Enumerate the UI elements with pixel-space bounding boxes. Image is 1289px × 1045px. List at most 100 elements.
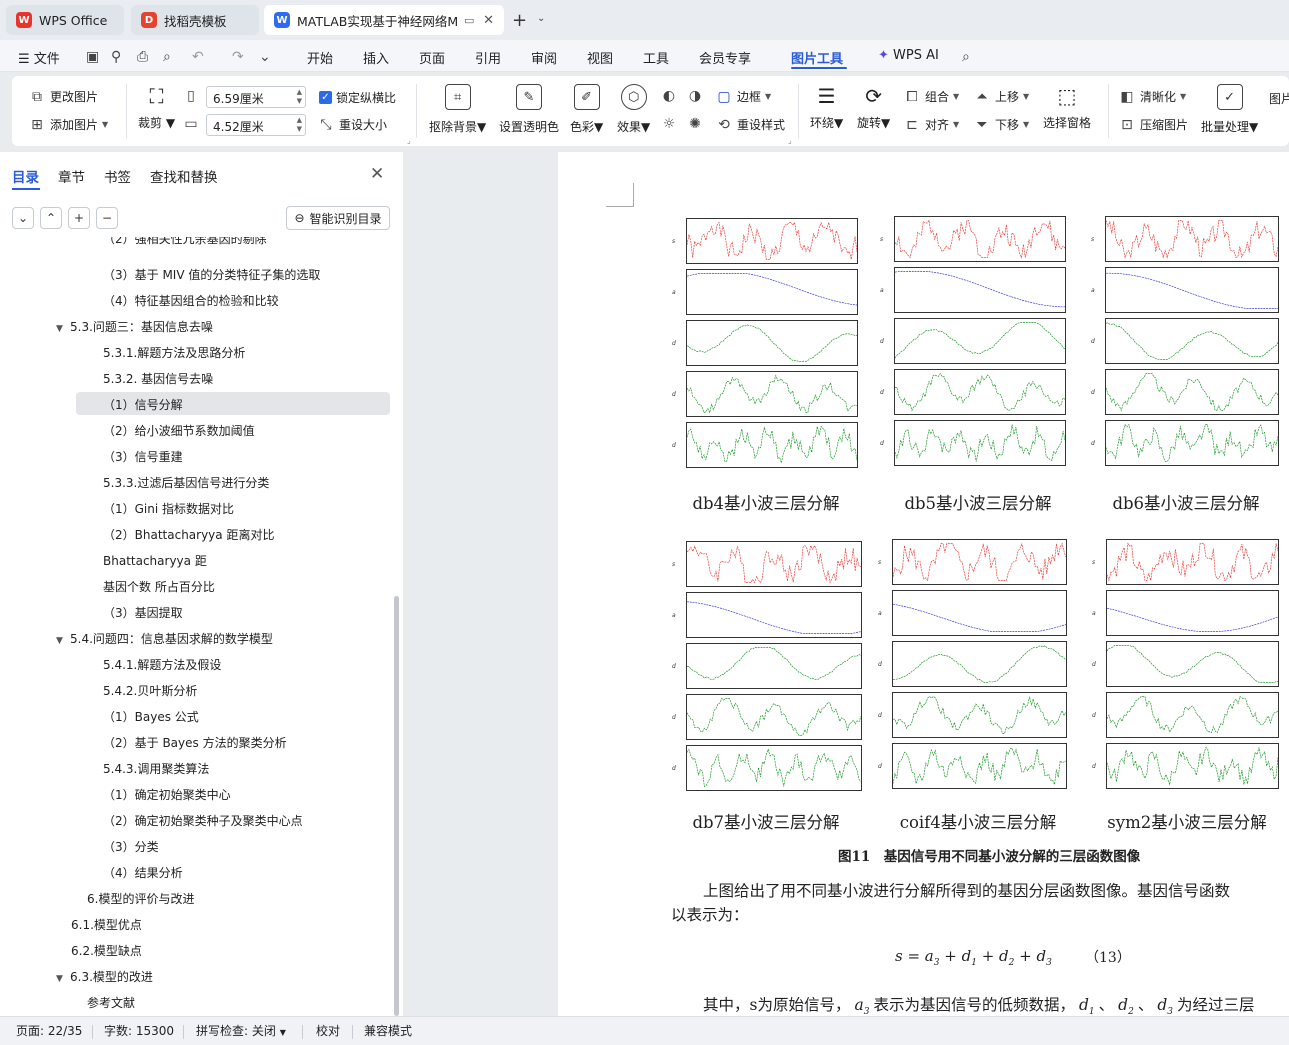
toc-item[interactable]: 6.1.模型优点 (71, 914, 142, 936)
sharpen-button[interactable]: ◧ 清晰化 ▼ (1118, 88, 1186, 105)
chevron-down-icon[interactable]: ⌄ (537, 13, 545, 24)
menu-tools[interactable]: 工具 (643, 48, 669, 67)
toc-item[interactable]: （3）基于 MIV 值的分类特征子集的选取 (103, 264, 320, 286)
selection-pane-button[interactable]: ⬚ 选择窗格 (1043, 84, 1091, 131)
toc-item[interactable]: 5.3.1.解题方法及思路分析 (103, 342, 245, 364)
decomposition-figure[interactable]: s a d d d (1092, 539, 1279, 791)
toc-item[interactable]: 5.3.3.过滤后基因信号进行分类 (103, 472, 269, 494)
menu-home[interactable]: 开始 (307, 48, 333, 67)
toc-item[interactable]: 5.3.2. 基因信号去噪 (103, 368, 213, 390)
bring-forward-button[interactable]: ⏶ 上移 ▼ (973, 88, 1029, 105)
decomposition-figure[interactable]: s a d d d (1091, 216, 1279, 468)
toc-item[interactable]: ▼ 5.3.问题三：基因信息去噪 (56, 316, 213, 338)
tab-docer[interactable]: D 找稻壳模板 (131, 5, 259, 35)
search-icon[interactable]: ⌕ (962, 49, 970, 65)
monitor-icon[interactable]: ▭ (464, 14, 474, 27)
color-button[interactable]: ✐ 色彩▼ (570, 84, 603, 135)
reset-style-button[interactable]: ⟲ 重设样式 (715, 116, 785, 133)
caret-down-icon[interactable]: ▼ (56, 968, 70, 990)
reset-size-button[interactable]: ⤡ 重设大小 (317, 116, 387, 133)
group-button[interactable]: ⧠ 组合 ▼ (903, 88, 959, 105)
spell-check[interactable]: 拼写检查: 关闭 ▼ (196, 1022, 286, 1039)
toc-item[interactable]: （3）基因提取 (103, 602, 183, 624)
tab-toc[interactable]: 目录 (12, 166, 39, 186)
decomposition-figure[interactable]: s a d d d (672, 218, 858, 470)
toc-item[interactable]: 基因个数 所占百分比 (103, 576, 215, 598)
contrast-up-icon[interactable]: ◑ (686, 88, 704, 104)
toc-item[interactable]: （2）给小波细节系数加阈值 (103, 420, 255, 442)
spin-arrows-icon[interactable]: ▲ ▼ (297, 116, 302, 134)
more-picture-button[interactable]: 图片 (1269, 84, 1289, 107)
compress-image-button[interactable]: ⊡ 压缩图片 (1118, 116, 1188, 133)
undo-icon[interactable]: ↶ (192, 49, 204, 65)
tab-chapters[interactable]: 章节 (58, 166, 85, 186)
remove-heading-button[interactable]: − (96, 207, 118, 229)
border-button[interactable]: ▢ 边框 ▼ (715, 88, 771, 105)
toc-item[interactable]: （2）Bhattacharyya 距离对比 (103, 524, 274, 546)
send-backward-button[interactable]: ⏷ 下移 ▼ (973, 116, 1029, 133)
menu-insert[interactable]: 插入 (363, 48, 389, 67)
add-image-button[interactable]: ⊞ 添加图片 ▼ (28, 116, 108, 133)
set-transparent-button[interactable]: ✎ 设置透明色 (499, 84, 559, 135)
menu-page[interactable]: 页面 (419, 48, 445, 67)
toc-item[interactable]: 5.4.1.解题方法及假设 (103, 654, 221, 676)
toc-item[interactable]: 6.模型的评价与改进 (87, 888, 194, 910)
contrast-down-icon[interactable]: ✺ (686, 116, 704, 132)
word-count[interactable]: 字数: 15300 (104, 1022, 174, 1039)
scrollbar[interactable] (394, 596, 399, 1016)
close-icon[interactable]: ✕ (483, 13, 494, 28)
pin-icon[interactable]: ⚲ (111, 49, 121, 65)
add-heading-button[interactable]: + (68, 207, 90, 229)
chevron-down-icon[interactable]: ⌄ (259, 49, 271, 65)
toc-item[interactable]: 参考文献 (87, 992, 135, 1014)
toc-item[interactable]: 6.2.模型缺点 (71, 940, 142, 962)
collapse-button[interactable]: ⌄ (12, 207, 34, 229)
change-image-button[interactable]: ⧉ 更改图片 (28, 88, 98, 105)
crop-button[interactable]: ⛶ 裁剪 ▼ (138, 84, 175, 131)
caret-down-icon[interactable]: ▼ (56, 318, 70, 340)
toc-item[interactable]: （4）特征基因组合的检验和比较 (103, 290, 279, 312)
menu-review[interactable]: 审阅 (531, 48, 557, 67)
tab-find-replace[interactable]: 查找和替换 (150, 166, 218, 186)
toc-item[interactable]: 5.4.3.调用聚类算法 (103, 758, 209, 780)
brightness-up-icon[interactable]: ◐ (660, 88, 678, 104)
effects-button[interactable]: ⬡ 效果▼ (617, 84, 650, 135)
wps-ai-button[interactable]: ✦ WPS AI (878, 48, 939, 63)
decomposition-figure[interactable]: s a d d d (880, 216, 1066, 468)
new-tab-icon[interactable]: + (512, 10, 527, 31)
menu-member[interactable]: 会员专享 (699, 48, 751, 67)
batch-process-button[interactable]: ✓ 批量处理▼ (1201, 84, 1258, 135)
toc-item[interactable]: （3）信号重建 (103, 446, 183, 468)
save-icon[interactable]: ▣ (86, 49, 99, 65)
tab-wps-office[interactable]: W WPS Office (6, 5, 124, 35)
spin-arrows-icon[interactable]: ▲ ▼ (297, 88, 302, 106)
brightness-down-icon[interactable]: ☼ (660, 116, 678, 132)
menu-view[interactable]: 视图 (587, 48, 613, 67)
lock-ratio-checkbox[interactable]: ✓ 锁定纵横比 (319, 89, 396, 106)
toc-item[interactable]: （1）信号分解 (103, 394, 183, 416)
toc-item[interactable]: （3）分类 (103, 836, 159, 858)
tab-document[interactable]: W MATLAB实现基于神经网络MI ▭ ✕ (264, 5, 504, 35)
toc-item[interactable]: （2）强相关性冗余基因的剔除 (103, 237, 267, 248)
page-count[interactable]: 页面: 22/35 (16, 1022, 82, 1039)
smart-toc-button[interactable]: ⊖ 智能识别目录 (286, 206, 390, 230)
caret-down-icon[interactable]: ▼ (56, 630, 70, 652)
compat-mode[interactable]: 兼容模式 (364, 1022, 412, 1039)
align-button[interactable]: ⊏ 对齐 ▼ (903, 116, 959, 133)
toc-item[interactable]: （1）Gini 指标数据对比 (103, 498, 234, 520)
expand-corner-icon[interactable]: ⌟ (788, 136, 792, 145)
decomposition-figure[interactable]: s a d d d (672, 541, 862, 793)
wrap-button[interactable]: ☰ 环绕▼ (810, 84, 843, 131)
toc-item[interactable]: （1）确定初始聚类中心 (103, 784, 231, 806)
toc-item[interactable]: ▼ 6.3.模型的改进 (56, 966, 153, 988)
menu-reference[interactable]: 引用 (475, 48, 501, 67)
menu-file[interactable]: ☰ 文件 (18, 48, 60, 67)
width-input[interactable]: 6.59厘米 ▲ ▼ (206, 86, 306, 108)
rotate-button[interactable]: ⟳ 旋转▼ (857, 84, 890, 131)
proofread-button[interactable]: 校对 (316, 1022, 340, 1039)
preview-icon[interactable]: ⌕ (163, 49, 171, 65)
toc-item[interactable]: （2）确定初始聚类种子及聚类中心点 (103, 810, 303, 832)
menu-picture-tools[interactable]: 图片工具 (791, 48, 843, 67)
toc-item[interactable]: ▼ 5.4.问题四：信息基因求解的数学模型 (56, 628, 273, 650)
toc-item[interactable]: 5.4.2.贝叶斯分析 (103, 680, 197, 702)
